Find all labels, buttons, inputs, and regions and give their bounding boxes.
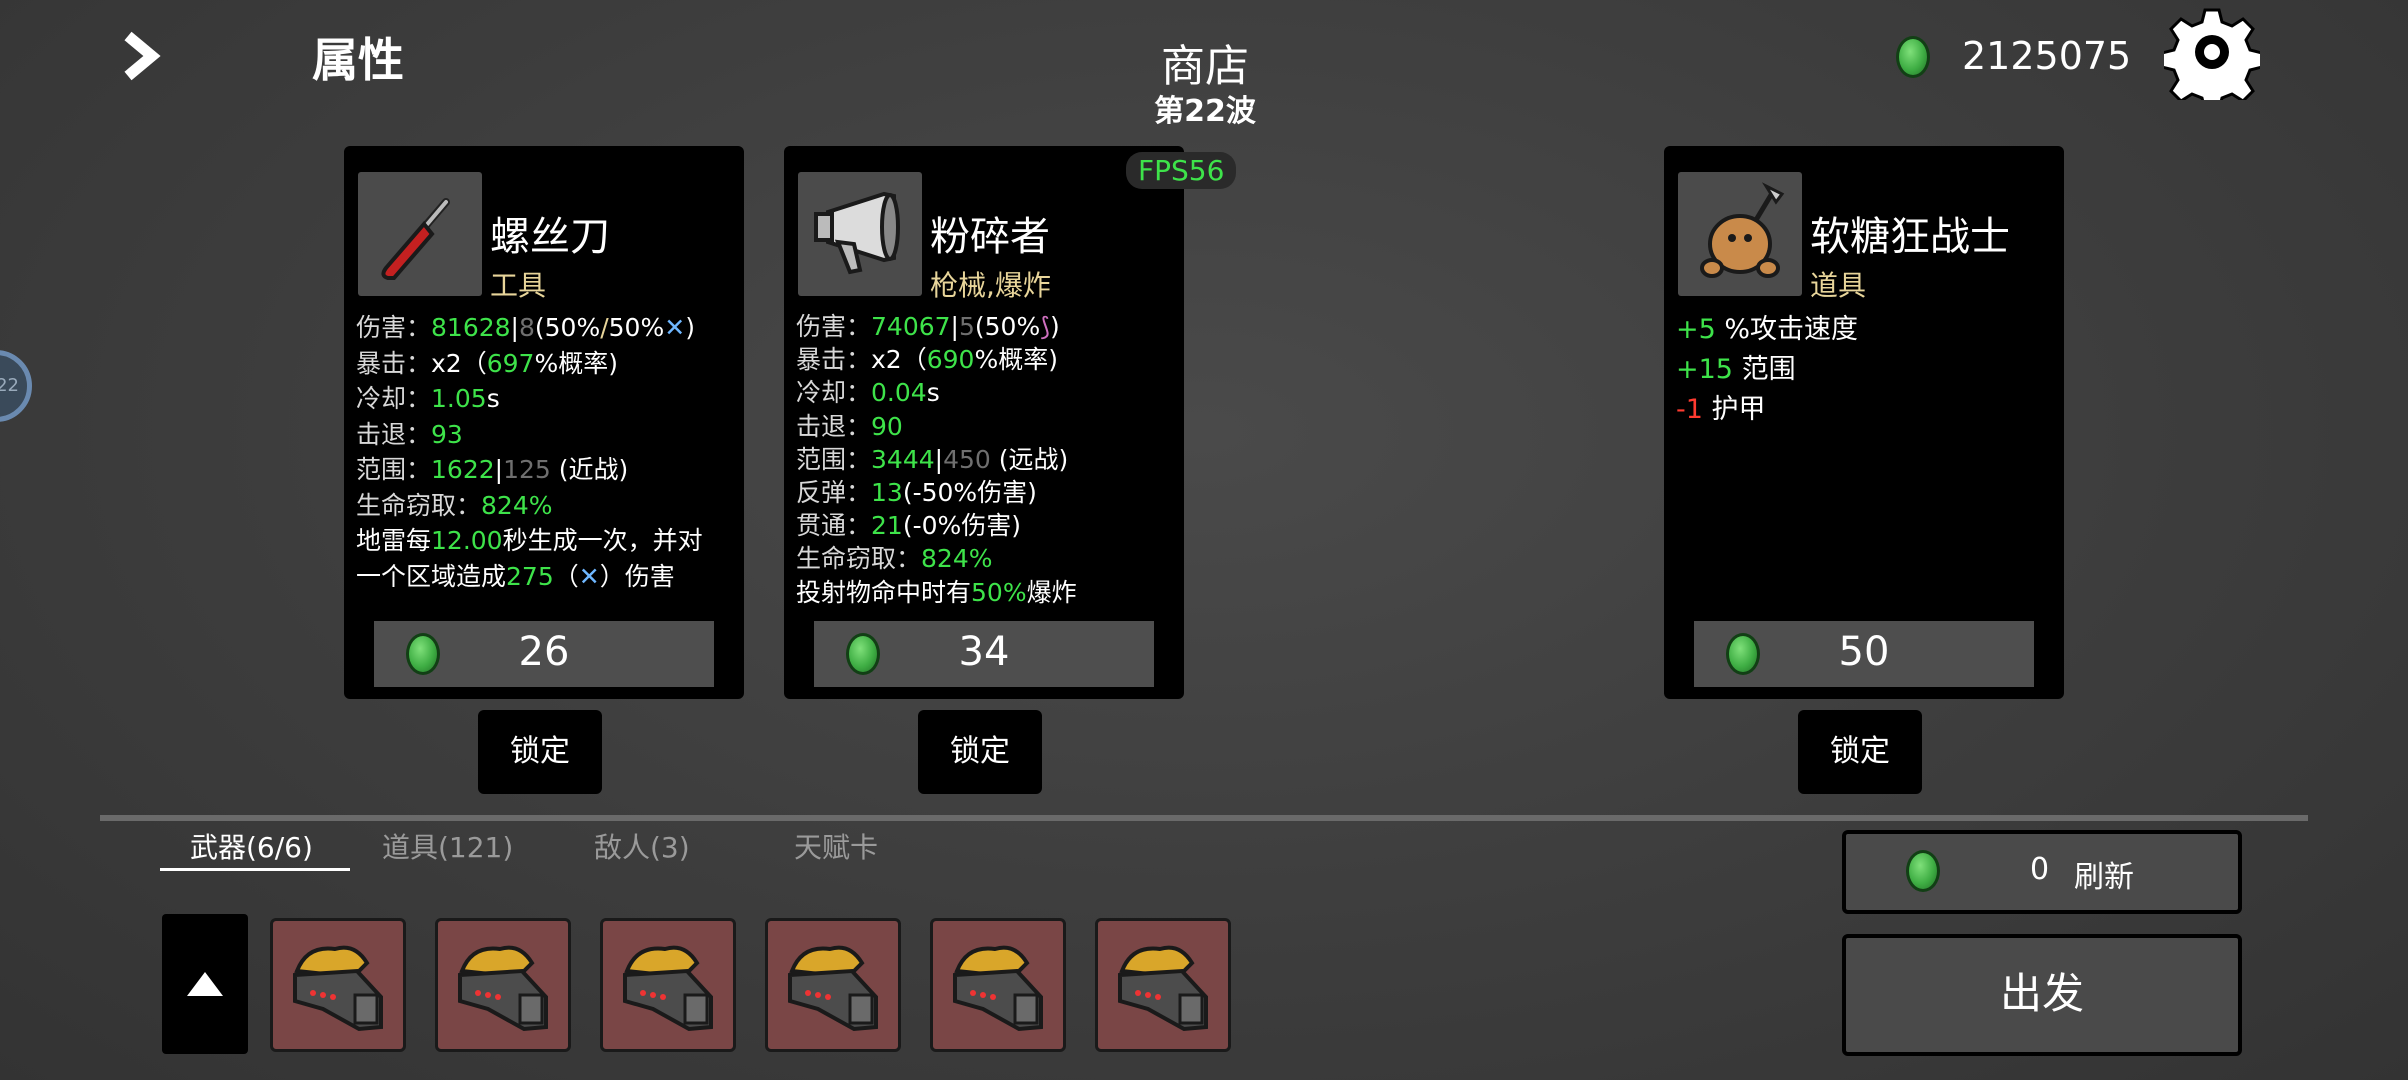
- active-tab-underline: [160, 868, 350, 871]
- wave-label: 第22波: [1154, 94, 1256, 129]
- side-badge-label: 22: [0, 375, 19, 396]
- shop-card-gummy-berserker[interactable]: 软糖狂战士 道具 +5 %攻击速度 +15 范围 -1 护甲 50: [1664, 146, 2064, 699]
- item-stats: 伤害：81628|8(50%/50%✕) 暴击：x2（697%概率) 冷却：1.…: [356, 313, 703, 591]
- item-name: 粉碎者: [930, 214, 1050, 260]
- item-stats: +5 %攻击速度 +15 范围 -1 护甲: [1676, 314, 1859, 425]
- inventory-weapon-slot-6[interactable]: [1095, 918, 1231, 1052]
- inventory-weapon-slot-3[interactable]: [600, 918, 736, 1052]
- inventory-weapon-slot-4[interactable]: [765, 918, 901, 1052]
- tab-enemies[interactable]: 敌人(3): [594, 826, 690, 866]
- engineering-icon: ✕: [664, 313, 686, 342]
- lock-button[interactable]: 锁定: [918, 710, 1042, 794]
- item-type: 工具: [490, 269, 547, 302]
- tab-items[interactable]: 道具(121): [382, 826, 513, 866]
- shop-card-crusher[interactable]: FPS56 粉碎者 枪械,爆炸 伤害：74067|5(50%⟆) 暴击：x2（6…: [784, 146, 1237, 699]
- page-title: 商店: [1161, 41, 1249, 92]
- engineering-icon: ✕: [578, 561, 600, 591]
- currency-amount: 2125075: [1962, 34, 2132, 78]
- tab-talent-cards[interactable]: 天赋卡: [794, 826, 878, 866]
- item-stats: 伤害：74067|5(50%⟆) 暴击：x2（690%概率) 冷却：0.04s …: [796, 312, 1077, 607]
- go-button[interactable]: 出发: [1842, 934, 2242, 1056]
- megaphone-gun-icon: [798, 172, 922, 296]
- gummy-berserker-icon: [1678, 172, 1802, 296]
- crusher-weapon-icon: [623, 945, 713, 1032]
- price-value: 26: [518, 629, 570, 675]
- buy-button[interactable]: 34: [814, 621, 1154, 687]
- item-type: 道具: [1810, 269, 1867, 302]
- chevron-right-icon: [124, 31, 161, 81]
- price-value: 50: [1838, 629, 1890, 675]
- inventory-weapon-slot-1[interactable]: [270, 918, 406, 1052]
- elemental-damage-icon: ⟆: [1040, 312, 1050, 341]
- settings-button[interactable]: [2160, 4, 2264, 112]
- shop-card-screwdriver[interactable]: 螺丝刀 工具 伤害：81628|8(50%/50%✕) 暴击：x2（697%概率…: [344, 146, 744, 699]
- inventory-weapon-slot-5[interactable]: [930, 918, 1066, 1052]
- item-name: 螺丝刀: [490, 214, 610, 260]
- crusher-weapon-icon: [953, 945, 1043, 1032]
- coin-icon: [1896, 36, 1930, 78]
- triangle-up-icon: [187, 972, 223, 996]
- tab-weapons[interactable]: 武器(6/6): [190, 826, 313, 866]
- refresh-cost: 0: [2030, 852, 2050, 887]
- item-type: 枪械,爆炸: [930, 269, 1051, 302]
- buy-button[interactable]: 50: [1694, 621, 2034, 687]
- refresh-button[interactable]: 0 刷新: [1842, 830, 2242, 914]
- lock-button[interactable]: 锁定: [1798, 710, 1922, 794]
- buy-button[interactable]: 26: [374, 621, 714, 687]
- expand-inventory-button[interactable]: [162, 914, 248, 1054]
- divider: [100, 815, 2308, 821]
- crusher-weapon-icon: [293, 945, 383, 1032]
- inventory-weapon-slot-2[interactable]: [435, 918, 571, 1052]
- gear-icon: [2160, 8, 2264, 112]
- crusher-weapon-icon: [788, 945, 878, 1032]
- fps-counter: FPS56: [1126, 152, 1237, 189]
- melee-damage-icon: /: [600, 313, 609, 342]
- crusher-weapon-icon: [1118, 945, 1208, 1032]
- crusher-weapon-icon: [458, 945, 548, 1032]
- refresh-label: 刷新: [2074, 860, 2134, 895]
- attributes-button[interactable]: 属性: [312, 24, 404, 90]
- lock-button[interactable]: 锁定: [478, 710, 602, 794]
- item-name: 软糖狂战士: [1810, 214, 2010, 260]
- side-badge[interactable]: 22: [0, 350, 32, 422]
- back-button[interactable]: [118, 30, 170, 82]
- coin-icon: [1906, 850, 1940, 892]
- price-value: 34: [958, 629, 1010, 675]
- screwdriver-icon: [358, 172, 482, 296]
